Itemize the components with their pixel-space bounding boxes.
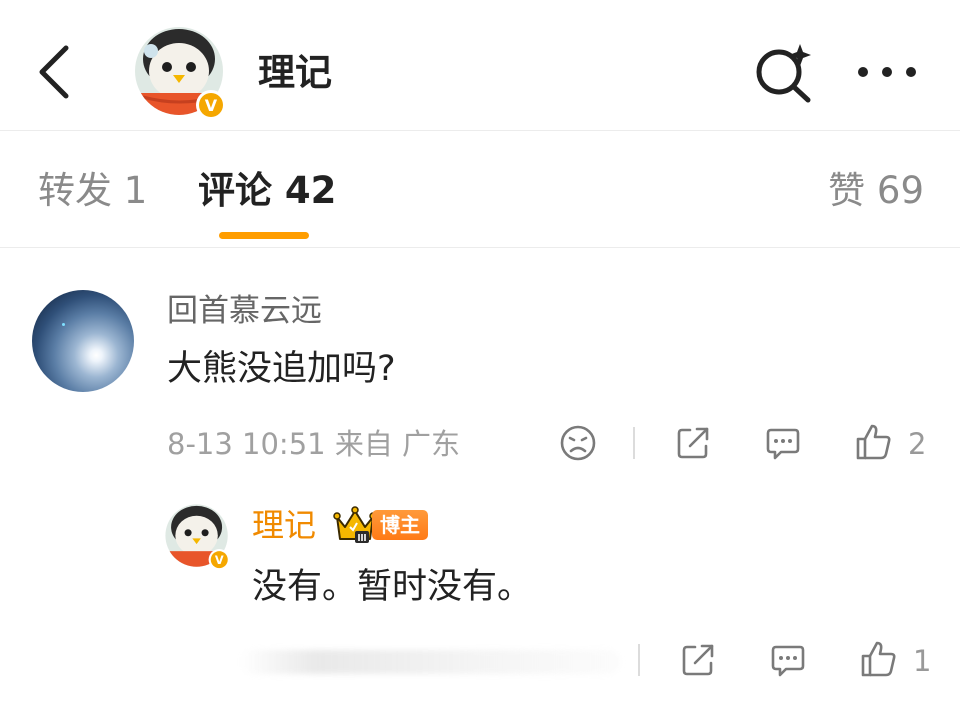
action-divider: [633, 427, 635, 459]
comment-like-count: 2: [908, 427, 927, 461]
back-chevron-icon[interactable]: [28, 40, 80, 104]
svg-text:V: V: [205, 96, 218, 115]
avatar-penguin[interactable]: V: [133, 25, 229, 121]
tab-comments[interactable]: 评论 42: [198, 168, 336, 214]
reply-share-icon[interactable]: [679, 641, 717, 679]
blogger-avatar[interactable]: V: [164, 503, 232, 571]
tab-bar: 转发 1 评论 42 赞 69: [0, 131, 960, 248]
thumbs-up-icon[interactable]: [854, 422, 894, 462]
comment-text: 大熊没追加吗?: [167, 349, 396, 389]
more-dots-icon[interactable]: [852, 48, 922, 96]
tab-likes[interactable]: 赞 69: [828, 168, 924, 214]
avatar-star: [62, 323, 65, 326]
blogger-badge: 博主: [372, 510, 428, 540]
reply-text: 没有。暂时没有。: [252, 567, 533, 607]
page-title: 理记: [258, 51, 332, 94]
reply-thumbs-up-icon[interactable]: [859, 639, 899, 679]
crown-icon: [333, 506, 377, 543]
reply-username[interactable]: 理记: [252, 503, 316, 547]
reply-icon[interactable]: [764, 424, 802, 462]
commenter-name[interactable]: 回首慕云远: [167, 289, 322, 333]
reply-like-count: 1: [913, 644, 932, 678]
reply-action-divider: [638, 644, 640, 676]
top-bar: V 理记: [0, 0, 960, 131]
blurred-placeholder: [240, 650, 620, 674]
commenter-avatar[interactable]: [32, 290, 134, 392]
reply-comment-icon[interactable]: [769, 641, 807, 679]
comment-meta: 8-13 10:51 来自 广东: [167, 427, 461, 461]
share-icon[interactable]: [674, 424, 712, 462]
sad-face-icon[interactable]: [559, 424, 597, 462]
tab-repost[interactable]: 转发 1: [38, 168, 147, 214]
svg-text:V: V: [215, 553, 224, 567]
active-tab-indicator: [219, 232, 309, 239]
search-sparkle-icon[interactable]: [752, 40, 814, 104]
